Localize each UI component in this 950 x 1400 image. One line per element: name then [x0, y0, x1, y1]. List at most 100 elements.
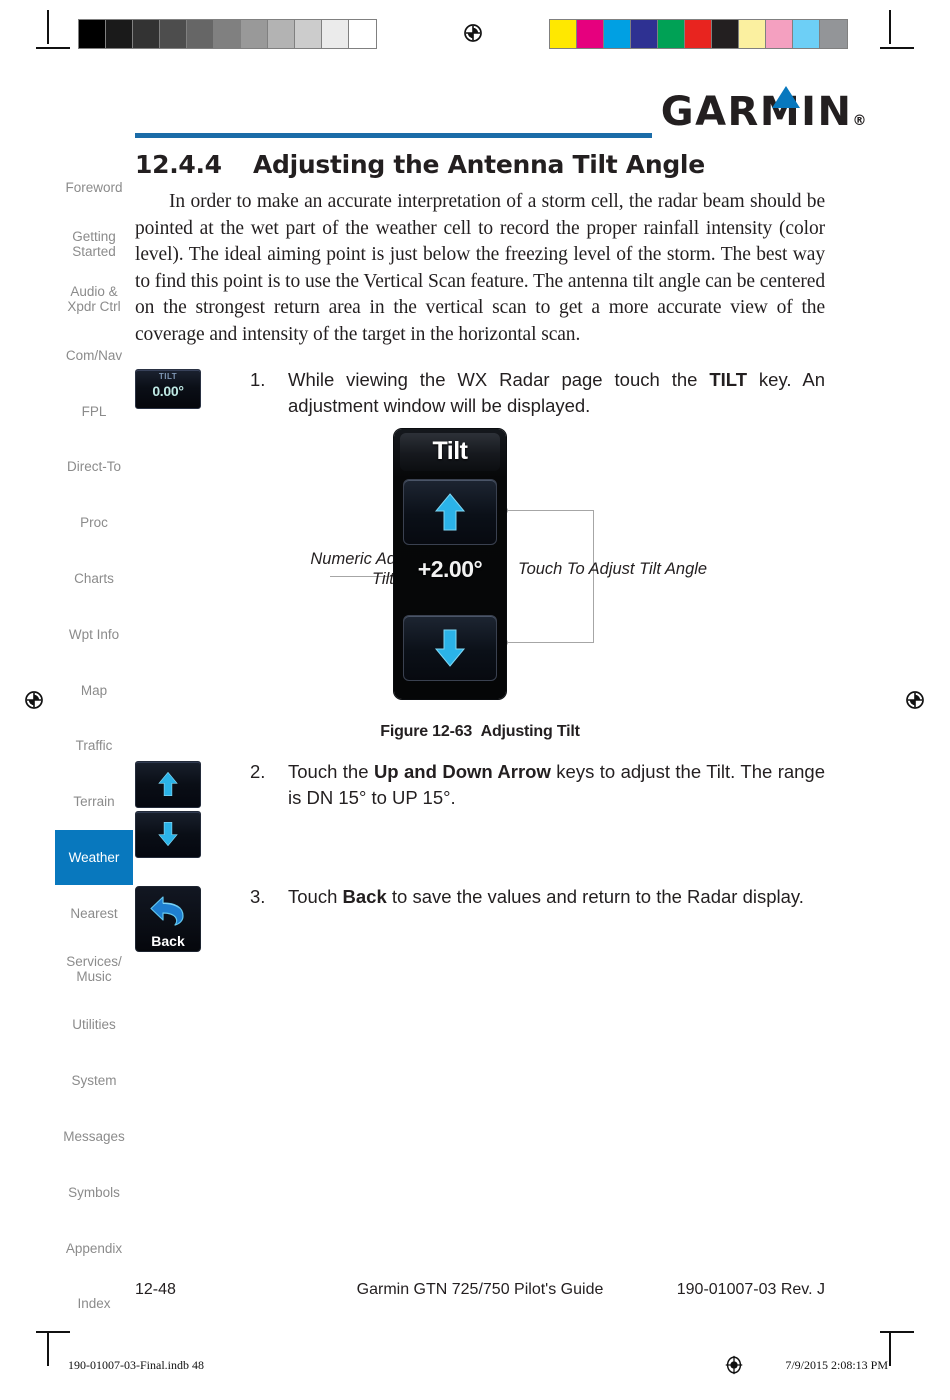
sidebar-item-traffic[interactable]: Traffic	[55, 718, 133, 774]
sidebar-item-messages[interactable]: Messages	[55, 1109, 133, 1165]
sidebar-item-label: Symbols	[68, 1184, 120, 1200]
sidebar-item-wpt-info[interactable]: Wpt Info	[55, 606, 133, 662]
chapter-sidebar: Foreword Getting Started Audio & Xpdr Ctrl Co…	[55, 160, 133, 1332]
print-production-footer: 190-01007-03-Final.indb 48 7/9/2015 2:08…	[68, 1354, 888, 1376]
garmin-logo: GARMIN®	[661, 86, 868, 141]
grayscale-swatch	[214, 20, 241, 48]
registration-target-bottom-icon	[726, 1355, 743, 1375]
sidebar-item-services-music[interactable]: Services/Music	[55, 941, 133, 997]
sidebar-item-label: Direct-To	[66, 459, 121, 475]
grayscale-swatch	[187, 20, 214, 48]
color-swatch	[577, 20, 604, 48]
grayscale-swatch	[241, 20, 268, 48]
up-down-arrow-keys-icon	[135, 760, 201, 858]
sidebar-item-direct-to[interactable]: Direct-To	[55, 439, 133, 495]
sidebar-item-appendix[interactable]: Appendix	[55, 1220, 133, 1276]
sidebar-item-symbols[interactable]: Symbols	[55, 1164, 133, 1220]
sidebar-item-fpl[interactable]: FPL	[55, 383, 133, 439]
registered-mark: ®	[852, 113, 868, 129]
registration-target-icon	[464, 24, 482, 42]
grayscale-calibration-bar	[78, 19, 377, 49]
color-swatch	[712, 20, 739, 48]
sidebar-item-map[interactable]: Map	[55, 662, 133, 718]
sidebar-item-charts[interactable]: Charts	[55, 551, 133, 607]
sidebar-item-label: Com/Nav	[65, 347, 123, 363]
print-timestamp: 7/9/2015 2:08:13 PM	[785, 1357, 888, 1372]
leader-line-up	[507, 509, 593, 511]
back-arrow-icon	[150, 895, 184, 926]
sidebar-item-foreword[interactable]: Foreword	[55, 160, 133, 216]
grayscale-swatch	[268, 20, 295, 48]
grayscale-swatch	[133, 20, 160, 48]
sidebar-item-system[interactable]: System	[55, 1053, 133, 1109]
sidebar-item-label: Weather	[68, 849, 120, 865]
figure-caption-number: Figure 12-63	[380, 722, 473, 740]
up-arrow-key[interactable]	[135, 760, 201, 808]
color-calibration-bar	[549, 19, 848, 49]
arrow-up-icon	[434, 492, 466, 531]
sidebar-item-com-nav[interactable]: Com/Nav	[55, 327, 133, 383]
arrow-up-icon	[158, 771, 178, 797]
grayscale-swatch	[106, 20, 133, 48]
sidebar-item-label: Traffic	[75, 738, 113, 754]
step-2-text: Touch the Up and Down Arrow keys to adju…	[288, 759, 825, 858]
step-3-text-bold: Back	[342, 885, 387, 907]
footer-part-number: 190-01007-03 Rev. J	[676, 1281, 825, 1298]
sidebar-item-label: Wpt Info	[68, 626, 120, 642]
color-swatch	[550, 20, 577, 48]
sidebar-item-label: Index	[77, 1296, 111, 1312]
step-1-text-bold: TILT	[709, 368, 747, 390]
sidebar-item-index[interactable]: Index	[55, 1276, 133, 1332]
sidebar-item-label: Getting Started	[72, 228, 116, 259]
crop-mark-top-right-horizontal	[880, 47, 914, 49]
footer-document-title: Garmin GTN 725/750 Pilot's Guide	[356, 1281, 604, 1298]
leader-line-down	[507, 641, 593, 643]
sidebar-item-audio-xpdr-ctrl[interactable]: Audio & Xpdr Ctrl	[55, 272, 133, 328]
registration-target-right-icon	[906, 691, 924, 709]
step-2-icon-column	[135, 759, 250, 858]
sidebar-item-label: Proc	[80, 515, 108, 531]
sidebar-item-utilities[interactable]: Utilities	[55, 997, 133, 1053]
sidebar-item-proc[interactable]: Proc	[55, 495, 133, 551]
step-3: Back 3. Touch Back to save the values an…	[135, 884, 825, 952]
section-title-text: Adjusting the Antenna Tilt Angle	[253, 150, 705, 179]
sidebar-item-label: Services/Music	[66, 954, 122, 985]
arrow-down-icon	[158, 822, 178, 847]
color-swatch	[658, 20, 685, 48]
figure-caption-title: Adjusting Tilt	[480, 722, 580, 740]
down-arrow-key[interactable]	[135, 810, 201, 858]
sidebar-item-getting-started[interactable]: Getting Started	[55, 216, 133, 272]
tilt-up-button[interactable]	[403, 478, 497, 545]
grayscale-swatch	[322, 20, 349, 48]
sidebar-item-label: FPL	[81, 403, 107, 419]
footer-page-number: 12-48	[135, 1281, 176, 1298]
tilt-adjustment-window: Tilt +2.00°	[394, 428, 506, 699]
sidebar-item-terrain[interactable]: Terrain	[55, 774, 133, 830]
figure-caption: Figure 12-63 Adjusting Tilt	[135, 723, 825, 741]
step-1-icon-column: TILT 0.00°	[135, 367, 250, 419]
tilt-down-button[interactable]	[403, 614, 497, 681]
page-footer: 12-48 Garmin GTN 725/750 Pilot's Guide 1…	[135, 1281, 825, 1299]
step-2-number: 2.	[250, 760, 266, 782]
print-calibration-strip	[0, 0, 950, 75]
grayscale-swatch	[295, 20, 322, 48]
color-swatch	[685, 20, 712, 48]
page-title: 12.4.4 Adjusting the Antenna Tilt Angle	[135, 150, 825, 179]
crop-mark-top-right-vertical	[889, 10, 891, 44]
garmin-triangle-icon	[772, 86, 800, 108]
registration-target-left-icon	[25, 691, 43, 709]
sidebar-item-label: Nearest	[70, 905, 118, 921]
sidebar-item-label: Terrain	[73, 794, 115, 810]
sidebar-item-label: Utilities	[72, 1017, 116, 1033]
step-3-text-after: to save the values and return to the Rad…	[386, 885, 804, 907]
back-key-icon[interactable]: Back	[135, 885, 201, 952]
sidebar-item-nearest[interactable]: Nearest	[55, 885, 133, 941]
step-3-text: Touch Back to save the values and return…	[288, 884, 825, 952]
figure-12-63: Numeric AdjustedTilt Angle Touch To Adju…	[135, 428, 825, 719]
print-file-name: 190-01007-03-Final.indb 48	[68, 1357, 204, 1372]
sidebar-item-weather[interactable]: Weather	[55, 829, 133, 886]
crop-mark-top-left-vertical	[47, 10, 49, 44]
sidebar-item-label: Charts	[74, 570, 114, 586]
tilt-key-icon[interactable]: TILT 0.00°	[135, 368, 201, 409]
grayscale-swatch	[160, 20, 187, 48]
